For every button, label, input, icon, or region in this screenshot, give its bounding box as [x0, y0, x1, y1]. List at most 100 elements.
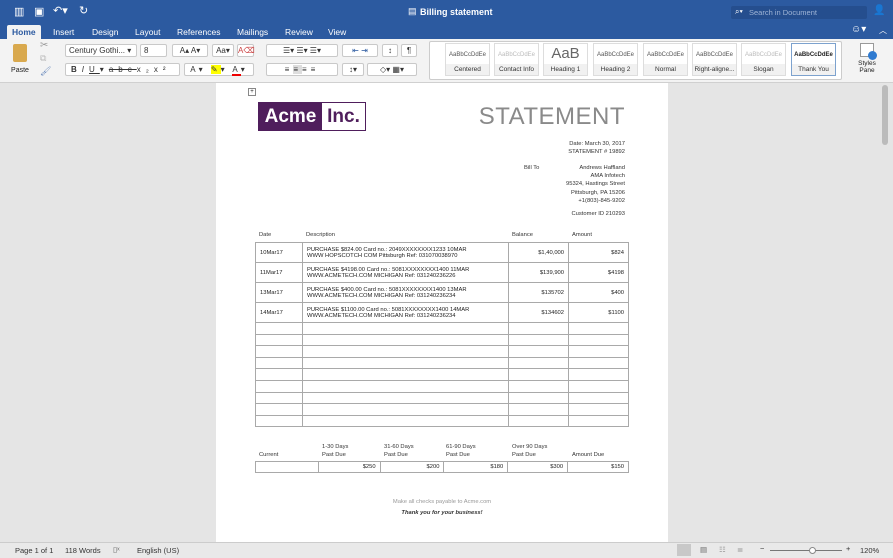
empty-row [255, 414, 629, 428]
font-size-value: 8 [144, 46, 149, 55]
word-count[interactable]: 118 Words [65, 546, 101, 555]
row-amount: $400 [568, 282, 629, 303]
paste-button[interactable]: Paste [6, 42, 34, 80]
tab-insert[interactable]: Insert [48, 25, 79, 39]
description-line: WWW HOPSCOTCH COM Pittsburgh Ref: 031070… [307, 252, 458, 259]
language[interactable]: English (US) [137, 546, 179, 555]
draft-icon[interactable]: ≣ [737, 545, 743, 554]
text-color-buttons[interactable]: A▾ ✎▾ A▾ [184, 63, 254, 76]
zoom-out-button[interactable]: − [760, 544, 764, 553]
style-name: Normal [644, 64, 687, 75]
feedback-smiley-icon[interactable]: ☺▾ [851, 24, 866, 35]
tab-home[interactable]: Home [7, 25, 41, 39]
aging-row: $250 $200 $180 $300 $150 [255, 461, 629, 473]
search-input[interactable]: ⌕▾ Search in Document [731, 6, 867, 19]
aging-header: Past Due [446, 452, 470, 458]
aging-value: $250 [317, 461, 381, 473]
redo-icon[interactable]: ↻ [79, 4, 88, 17]
save-icon[interactable]: ▣ [34, 5, 44, 18]
style-right-aligne[interactable]: AaBbCcDdEe Right-aligne... [692, 43, 737, 76]
footer-note: Make all checks payable to Acme.com [392, 499, 492, 505]
aging-header: Over 90 Days [512, 444, 548, 450]
row-amount: $824 [568, 242, 629, 263]
clear-formatting-button[interactable]: A⌫ [237, 44, 255, 57]
style-normal[interactable]: AaBbCcDdEe Normal [643, 43, 688, 76]
styles-pane-button[interactable]: Styles Pane [852, 43, 882, 74]
styles-pane-label: Styles Pane [858, 60, 876, 74]
style-preview: AaBbCcDdEe [744, 52, 783, 58]
bill-to-label: Bill To [524, 165, 540, 171]
tab-mailings[interactable]: Mailings [232, 25, 273, 39]
sort-button[interactable]: ↕ [382, 44, 398, 57]
collapse-ribbon-icon[interactable]: ︿ [879, 25, 887, 36]
style-name: Contact Info [495, 64, 538, 75]
tab-view[interactable]: View [323, 25, 351, 39]
change-case-button[interactable]: Aa▾ [212, 44, 234, 57]
font-name-select[interactable]: Century Gothi... ▾ [65, 44, 137, 57]
row-description: PURCHASE $400.00 Card no.: 5081XXXXXXXX1… [302, 282, 509, 303]
table-move-handle-icon[interactable]: + [248, 88, 256, 96]
cut-icon[interactable]: ✂ [40, 40, 48, 51]
document-page[interactable]: + Acme Inc. STATEMENT Date: March 30, 20… [216, 83, 668, 543]
style-name: Thank You [792, 64, 835, 75]
outline-icon[interactable]: ☷ [719, 545, 726, 554]
tab-layout[interactable]: Layout [130, 25, 166, 39]
style-thank-you[interactable]: AaBbCcDdEe Thank You [791, 43, 836, 76]
aging-header: Amount Due [572, 452, 605, 458]
page-count[interactable]: Page 1 of 1 [15, 546, 53, 555]
aging-header: 1-30 Days [322, 444, 349, 450]
company-logo: Acme Inc. [258, 102, 366, 131]
aging-value: $300 [507, 461, 569, 473]
aging-table: $250 $200 $180 $300 $150 [255, 461, 629, 473]
empty-row [255, 368, 629, 381]
list-buttons[interactable]: ☰▾ ☰▾ ☰▾ [266, 44, 338, 57]
tab-design[interactable]: Design [87, 25, 123, 39]
style-heading-1[interactable]: AaB Heading 1 [543, 43, 588, 76]
web-layout-icon[interactable]: ▤ [700, 545, 707, 554]
row-date: 10Mar17 [255, 242, 303, 263]
search-placeholder: Search in Document [749, 8, 817, 17]
tab-references[interactable]: References [172, 25, 225, 39]
share-icon[interactable]: 👤 [873, 5, 885, 16]
zoom-slider-knob[interactable] [809, 547, 817, 554]
bill-to-line: Andrews Haffland [579, 165, 625, 171]
vertical-scrollbar[interactable] [882, 85, 888, 145]
copy-icon[interactable]: ⧉ [40, 53, 46, 64]
tab-review[interactable]: Review [280, 25, 318, 39]
logo-right: Inc. [327, 106, 360, 127]
style-heading-2[interactable]: AaBbCcDdEe Heading 2 [593, 43, 638, 76]
shading-borders-buttons[interactable]: ◇▾ ▦▾ [367, 63, 417, 76]
format-painter-icon[interactable]: 🖌 [40, 66, 51, 77]
table-row: 11Mar17 PURCHASE $4198.00 Card no.: 5081X… [255, 262, 629, 283]
style-name: Heading 1 [544, 64, 587, 75]
indent-buttons[interactable]: ⇤ ⇥ [342, 44, 378, 57]
line-spacing-button[interactable]: ↕▾ [342, 63, 364, 76]
empty-row [255, 391, 629, 405]
aging-header: Past Due [384, 452, 408, 458]
zoom-in-button[interactable]: + [846, 544, 850, 553]
style-contact-info[interactable]: AaBbCcDdEe Contact Info [494, 43, 539, 76]
style-name: Right-aligne... [693, 64, 736, 75]
proofing-icon[interactable]: ▯ˣ [113, 545, 120, 554]
undo-icon[interactable]: ↶▾ [53, 4, 68, 17]
style-slogan[interactable]: AaBbCcDdEe Slogan [741, 43, 786, 76]
font-size-select[interactable]: 8 [140, 44, 167, 57]
alignment-buttons[interactable]: ≡≡≡≡ [266, 63, 338, 76]
zoom-level[interactable]: 120% [860, 546, 879, 555]
row-balance: $134602 [508, 302, 569, 323]
style-preview: AaBbCcDdEe [695, 52, 734, 58]
statement-date: Date: March 30, 2017 [569, 141, 625, 147]
text-style-buttons[interactable]: BIU▾abcx₂x² [65, 63, 180, 76]
paste-label: Paste [11, 67, 29, 74]
style-preview: AaBbCcDdEe [497, 52, 536, 58]
show-formatting-button[interactable]: ¶ [401, 44, 417, 57]
table-row: 13Mar17 PURCHASE $400.00 Card no.: 5081XX… [255, 282, 629, 303]
row-balance: $1,40,000 [508, 242, 569, 263]
row-amount: $1100 [568, 302, 629, 323]
font-size-grow-shrink[interactable]: A▴ A▾ [172, 44, 208, 57]
zoom-slider[interactable] [770, 547, 842, 554]
style-centered[interactable]: AaBbCcDdEe Centered [445, 43, 490, 76]
table-row: 10Mar17 PURCHASE $824.00 Card no.: 2049XX… [255, 242, 629, 263]
print-layout-icon[interactable] [677, 544, 691, 556]
sidebar-toggle-icon[interactable]: ▥ [14, 5, 24, 18]
